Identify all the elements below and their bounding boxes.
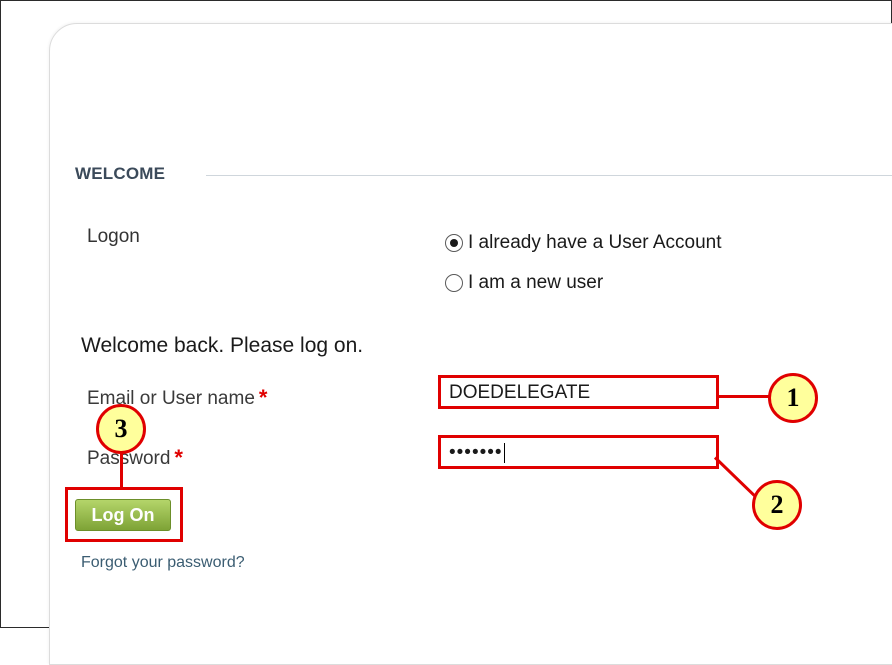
callout-1-connector (719, 395, 769, 398)
radio-existing-account-label: I already have a User Account (468, 232, 722, 253)
radio-new-user-label: I am a new user (468, 272, 604, 293)
callout-2: 2 (752, 480, 802, 530)
section-divider (206, 175, 892, 176)
callout-3-connector (120, 451, 123, 489)
radio-button-checked[interactable] (445, 234, 463, 252)
welcome-back-message: Welcome back. Please log on. (81, 334, 364, 357)
logon-button-highlight: Log On (65, 487, 183, 542)
email-field[interactable]: DOEDELEGATE (438, 375, 719, 409)
required-asterisk: * (258, 385, 268, 410)
password-field[interactable]: ••••••• (438, 435, 719, 469)
radio-button-unchecked[interactable] (445, 274, 463, 292)
callout-3: 3 (96, 404, 146, 454)
screenshot-frame: WELCOME Logon I already have a User Acco… (0, 0, 892, 665)
radio-existing-account[interactable]: I already have a User Account (445, 232, 721, 254)
section-title: WELCOME (75, 164, 166, 183)
text-cursor (503, 442, 505, 463)
password-field-value: ••••••• (449, 442, 503, 463)
logon-button[interactable]: Log On (75, 499, 171, 531)
logon-label: Logon (87, 226, 140, 247)
required-asterisk: * (174, 445, 183, 470)
email-field-value: DOEDELEGATE (449, 382, 591, 403)
radio-new-user[interactable]: I am a new user (445, 272, 603, 294)
callout-1: 1 (768, 373, 818, 423)
forgot-password-link[interactable]: Forgot your password? (81, 554, 245, 572)
